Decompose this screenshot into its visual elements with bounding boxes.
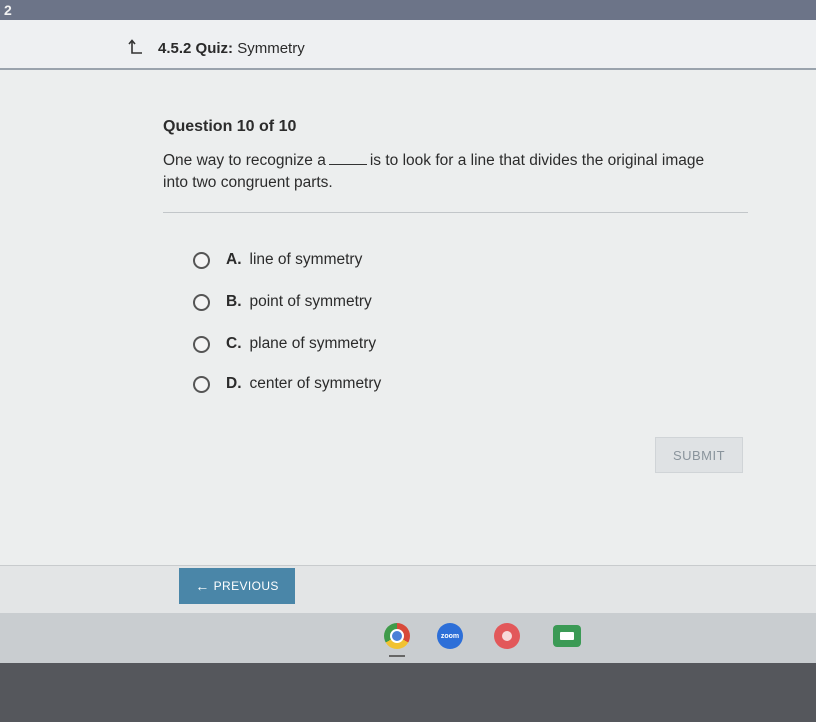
previous-label: PREVIOUS	[213, 579, 279, 593]
option-label: center of symmetry	[249, 375, 382, 392]
chrome-icon[interactable]	[384, 623, 410, 649]
quiz-code: 4.5.2	[158, 40, 192, 57]
taskbar: zoom	[0, 613, 816, 663]
radio-button-a[interactable]	[193, 251, 210, 269]
option-label: point of symmetry	[249, 293, 372, 310]
active-app-indicator	[389, 655, 405, 657]
quiz-label: Quiz:	[195, 40, 234, 57]
option-letter: A.	[226, 251, 242, 268]
question-divider	[163, 212, 748, 213]
zoom-icon[interactable]: zoom	[437, 623, 463, 649]
previous-button[interactable]: ← PREVIOUS	[179, 568, 295, 604]
option-c[interactable]: C. plane of symmetry	[193, 332, 376, 356]
zoom-icon-label: zoom	[440, 632, 460, 640]
option-letter: D.	[226, 375, 242, 392]
screen-bezel	[0, 663, 816, 722]
radio-button-c[interactable]	[193, 335, 210, 353]
submit-button[interactable]: SUBMIT	[655, 437, 743, 473]
left-arrow-icon: ←	[195, 578, 210, 594]
option-letter: B.	[226, 293, 242, 310]
option-d[interactable]: D. center of symmetry	[193, 372, 381, 396]
question-text-before: One way to recognize a	[163, 152, 326, 169]
quiz-header: 4.5.2 Quiz: Symmetry	[0, 20, 816, 70]
question-panel: Question 10 of 10 One way to recognize a…	[0, 70, 816, 565]
palette-icon[interactable]	[494, 623, 520, 649]
radio-button-b[interactable]	[193, 293, 210, 311]
page-number: 2	[4, 2, 12, 18]
classroom-icon[interactable]	[553, 625, 581, 647]
up-arrow-icon[interactable]	[127, 38, 145, 56]
option-a[interactable]: A. line of symmetry	[193, 248, 362, 272]
quiz-name: Symmetry	[237, 40, 305, 57]
answer-blank	[328, 163, 367, 165]
quiz-title: 4.5.2 Quiz: Symmetry	[158, 40, 305, 57]
option-label: line of symmetry	[249, 251, 363, 268]
option-b[interactable]: B. point of symmetry	[193, 290, 372, 314]
question-text: One way to recognize a is to look for a l…	[163, 150, 723, 194]
radio-button-d[interactable]	[193, 375, 210, 393]
option-letter: C.	[226, 335, 242, 352]
top-status-bar: 2	[0, 0, 816, 20]
option-label: plane of symmetry	[249, 335, 377, 352]
question-number: Question 10 of 10	[163, 118, 297, 135]
quiz-footer: ← PREVIOUS	[0, 565, 816, 614]
